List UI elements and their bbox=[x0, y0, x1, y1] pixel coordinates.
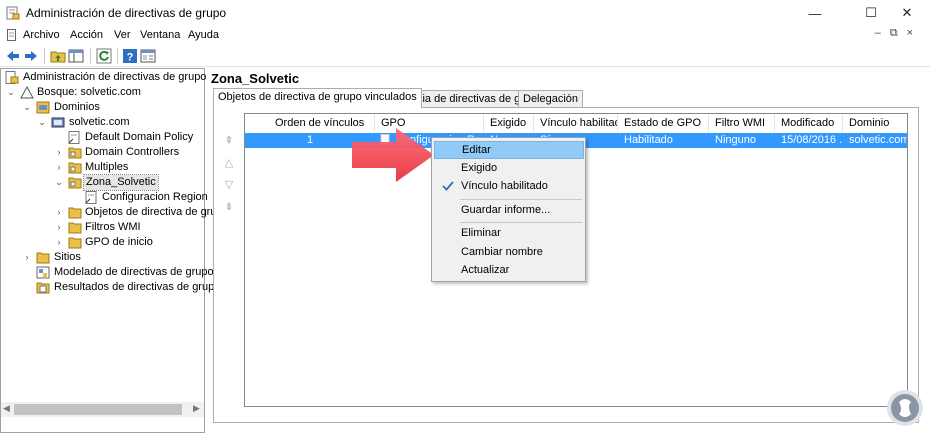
solvetic-logo bbox=[887, 390, 923, 426]
chevron-right-icon[interactable]: › bbox=[54, 160, 64, 175]
toolbar-separator bbox=[90, 48, 91, 64]
scroll-right-icon[interactable]: ▶ bbox=[193, 403, 200, 414]
chevron-down-icon[interactable]: ⌄ bbox=[54, 175, 64, 190]
gpo-link-icon bbox=[68, 131, 80, 144]
gpo-link-icon bbox=[85, 191, 97, 204]
close-button[interactable]: ✕ bbox=[884, 0, 930, 26]
folder-icon bbox=[68, 222, 82, 234]
menu-item-eliminar[interactable]: Eliminar bbox=[434, 224, 584, 242]
up-folder-icon[interactable] bbox=[50, 48, 66, 64]
toolbar-separator bbox=[44, 48, 45, 64]
toolbar-separator bbox=[117, 48, 118, 64]
ou-folder-icon bbox=[68, 177, 82, 189]
context-menu: Editar Exigido Vínculo habilitado Guarda… bbox=[431, 137, 586, 282]
chevron-down-icon[interactable]: ⌄ bbox=[37, 115, 47, 130]
chevron-right-icon[interactable]: › bbox=[54, 220, 64, 235]
cell-domain: solvetic.com bbox=[849, 134, 907, 146]
menu-item-label: Vínculo habilitado bbox=[461, 180, 548, 192]
menu-item-editar[interactable]: Editar bbox=[434, 141, 584, 159]
move-bottom-icon[interactable]: ⇟ bbox=[222, 200, 236, 214]
move-down-icon[interactable]: ▽ bbox=[222, 178, 236, 192]
tab-delegation[interactable]: Delegación bbox=[518, 90, 584, 107]
chevron-down-icon[interactable]: ⌄ bbox=[6, 85, 16, 100]
move-top-icon[interactable]: ⇞ bbox=[222, 134, 236, 148]
scroll-left-icon[interactable]: ◀ bbox=[3, 403, 10, 414]
chevron-right-icon[interactable]: › bbox=[22, 250, 32, 265]
pointer-arrow-icon bbox=[352, 128, 434, 182]
show-hide-tree-icon[interactable] bbox=[68, 48, 84, 64]
document-icon[interactable] bbox=[6, 29, 18, 41]
menu-item-guardar-informe[interactable]: Guardar informe... bbox=[434, 201, 584, 219]
cell-gpo-status: Habilitado bbox=[624, 134, 673, 146]
column-header-gpo-status[interactable]: Estado de GPO bbox=[618, 114, 709, 132]
ou-folder-icon bbox=[68, 162, 82, 174]
checkmark-icon bbox=[442, 181, 454, 191]
menu-accion[interactable]: Acción bbox=[70, 29, 103, 41]
cell-wmi-filter: Ninguno bbox=[715, 134, 756, 146]
column-header-enforced[interactable]: Exigido bbox=[484, 114, 534, 132]
column-header-domain[interactable]: Dominio bbox=[843, 114, 907, 132]
forward-icon[interactable] bbox=[23, 48, 39, 64]
menu-separator bbox=[460, 199, 582, 200]
svg-text:?: ? bbox=[127, 52, 134, 64]
sites-icon bbox=[36, 252, 50, 264]
chevron-right-icon[interactable]: › bbox=[54, 145, 64, 160]
gpmc-app-icon bbox=[6, 6, 20, 20]
scrollbar-thumb[interactable] bbox=[14, 404, 182, 415]
window-title: Administración de directivas de grupo bbox=[26, 6, 227, 20]
tab-linked-gpos[interactable]: Objetos de directiva de grupo vinculados bbox=[213, 88, 422, 108]
move-up-icon[interactable]: △ bbox=[222, 156, 236, 170]
menu-item-exigido[interactable]: Exigido bbox=[434, 159, 584, 177]
results-icon bbox=[36, 282, 50, 294]
menu-item-actualizar[interactable]: Actualizar bbox=[434, 261, 584, 279]
menu-ventana[interactable]: Ventana bbox=[140, 29, 180, 41]
forest-icon bbox=[20, 86, 34, 99]
chevron-right-icon[interactable]: › bbox=[54, 205, 64, 220]
column-header-link-enabled[interactable]: Vínculo habilitado bbox=[534, 114, 618, 132]
column-header-modified[interactable]: Modificado bbox=[775, 114, 843, 132]
column-header-wmi-filter[interactable]: Filtro WMI bbox=[709, 114, 775, 132]
chevron-down-icon[interactable]: ⌄ bbox=[22, 100, 32, 115]
gpmc-icon bbox=[5, 71, 19, 84]
menu-item-vinculo-habilitado[interactable]: Vínculo habilitado bbox=[434, 177, 584, 195]
folder-icon bbox=[68, 207, 82, 219]
menu-ayuda[interactable]: Ayuda bbox=[188, 29, 219, 41]
ou-folder-icon bbox=[68, 147, 82, 159]
properties-icon[interactable] bbox=[140, 48, 156, 64]
domain-icon bbox=[51, 117, 65, 128]
mdi-window-controls[interactable]: –⧉× bbox=[875, 27, 922, 40]
pane-title: Zona_Solvetic bbox=[211, 71, 300, 86]
cell-modified: 15/08/2016 ... bbox=[781, 134, 843, 146]
menu-archivo[interactable]: Archivo bbox=[23, 29, 60, 41]
modeling-icon bbox=[36, 266, 50, 279]
help-icon[interactable]: ? bbox=[122, 48, 138, 64]
minimize-button[interactable]: — bbox=[792, 0, 838, 26]
menu-item-cambiar-nombre[interactable]: Cambiar nombre bbox=[434, 243, 584, 261]
back-icon[interactable] bbox=[5, 48, 21, 64]
refresh-icon[interactable] bbox=[96, 48, 112, 64]
folder-icon bbox=[68, 237, 82, 249]
chevron-right-icon[interactable]: › bbox=[54, 235, 64, 250]
menu-separator bbox=[460, 222, 582, 223]
domains-icon bbox=[36, 101, 50, 114]
menu-ver[interactable]: Ver bbox=[114, 29, 131, 41]
